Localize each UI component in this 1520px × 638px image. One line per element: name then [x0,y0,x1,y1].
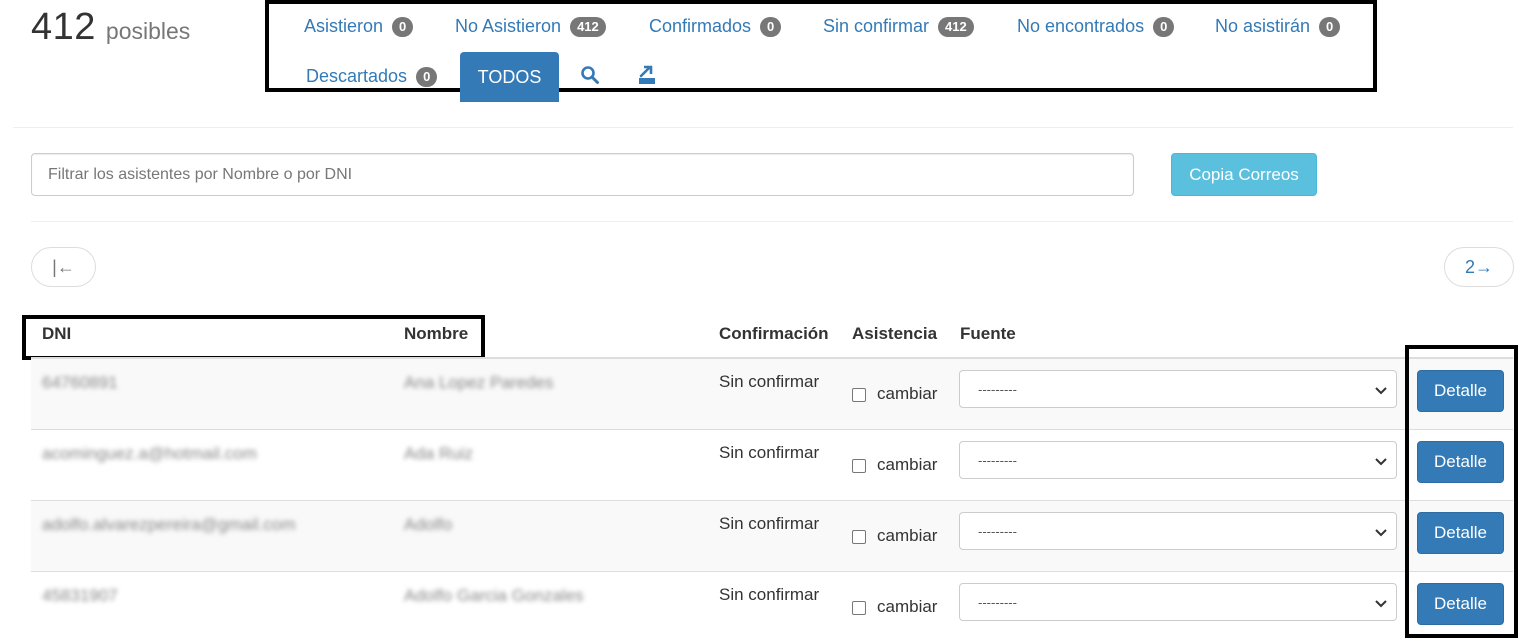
count-label: posibles [105,18,191,44]
tab-badge: 412 [938,16,974,37]
cell-dni: 64760891 [42,373,118,392]
tab-descartados[interactable]: Descartados 0 [306,66,438,87]
cell-dni: 45831907 [42,586,118,605]
fuente-select-value: --------- [978,523,1017,539]
table-row: adolfo.alvarezpereira@gmail.com Adolfo S… [31,501,1513,572]
attendee-count: 412 posibles [31,6,190,49]
tab-confirmados[interactable]: Confirmados 0 [649,16,782,37]
tab-badge: 0 [760,16,782,37]
cell-nombre: Adolfo [404,515,453,534]
asistencia-checkbox[interactable] [852,601,866,615]
search-input[interactable] [31,153,1134,196]
cell-nombre: Ada Ruiz [404,444,473,463]
search-icon[interactable] [580,65,600,90]
fuente-select-value: --------- [978,452,1017,468]
header-highlight [22,315,485,360]
tab-label: Confirmados [649,16,752,36]
tab-label: No Asistieron [455,16,562,36]
tab-badge: 0 [392,16,414,37]
chevron-down-icon [1375,387,1387,395]
cell-nombre: Adolfo Garcia Gonzales [404,586,584,605]
tab-no-asistiran[interactable]: No asistirán 0 [1215,16,1341,37]
fuente-select[interactable]: --------- [959,441,1397,479]
count-number: 412 [31,6,96,48]
fuente-select[interactable]: --------- [959,583,1397,621]
asistencia-label: cambiar [877,455,938,474]
chevron-down-icon [1375,529,1387,537]
detalle-column-highlight [1405,345,1518,638]
tab-label: Sin confirmar [823,16,930,36]
chevron-down-icon [1375,458,1387,466]
fuente-select-value: --------- [978,594,1017,610]
asistencia-checkbox[interactable] [852,530,866,544]
column-header-confirmacion: Confirmación [719,324,829,343]
asistencia-label: cambiar [877,526,938,545]
table-row: 64760891 Ana Lopez Paredes Sin confirmar… [31,359,1513,430]
tab-asistieron[interactable]: Asistieron 0 [304,16,414,37]
cell-confirmacion: Sin confirmar [719,585,820,604]
tab-todos[interactable]: TODOS [460,52,559,102]
export-icon[interactable] [638,65,656,90]
tab-label: No asistirán [1215,16,1311,36]
tab-label: Asistieron [304,16,384,36]
cell-confirmacion: Sin confirmar [719,372,820,391]
divider [13,127,1513,128]
pagination-next-button[interactable]: 2→ [1444,247,1514,287]
tab-sin-confirmar[interactable]: Sin confirmar 412 [823,16,974,37]
cell-dni: acominguez.a@hotmail.com [42,444,257,463]
tab-no-asistieron[interactable]: No Asistieron 412 [455,16,606,37]
asistencia-label: cambiar [877,384,938,403]
tab-label: No encontrados [1017,16,1145,36]
cell-confirmacion: Sin confirmar [719,514,820,533]
fuente-select-value: --------- [978,381,1017,397]
asistencia-label: cambiar [877,597,938,616]
asistencia-checkbox[interactable] [852,459,866,473]
tab-badge: 0 [416,66,438,87]
cell-confirmacion: Sin confirmar [719,443,820,462]
tab-badge: 0 [1319,16,1341,37]
fuente-select[interactable]: --------- [959,370,1397,408]
column-header-asistencia: Asistencia [852,324,938,343]
divider [31,221,1513,222]
asistencia-checkbox[interactable] [852,388,866,402]
column-header-fuente: Fuente [960,324,1016,343]
tab-label: Descartados [306,66,408,86]
chevron-down-icon [1375,600,1387,608]
tab-badge: 0 [1153,16,1175,37]
fuente-select[interactable]: --------- [959,512,1397,550]
cell-nombre: Ana Lopez Paredes [404,373,554,392]
pagination-first-button[interactable]: |← [31,247,96,287]
tab-badge: 412 [570,16,606,37]
tab-no-encontrados[interactable]: No encontrados 0 [1017,16,1175,37]
cell-dni: adolfo.alvarezpereira@gmail.com [42,515,296,534]
copy-emails-button[interactable]: Copia Correos [1171,153,1317,196]
table-row: 45831907 Adolfo Garcia Gonzales Sin conf… [31,572,1513,638]
table-row: acominguez.a@hotmail.com Ada Ruiz Sin co… [31,430,1513,501]
